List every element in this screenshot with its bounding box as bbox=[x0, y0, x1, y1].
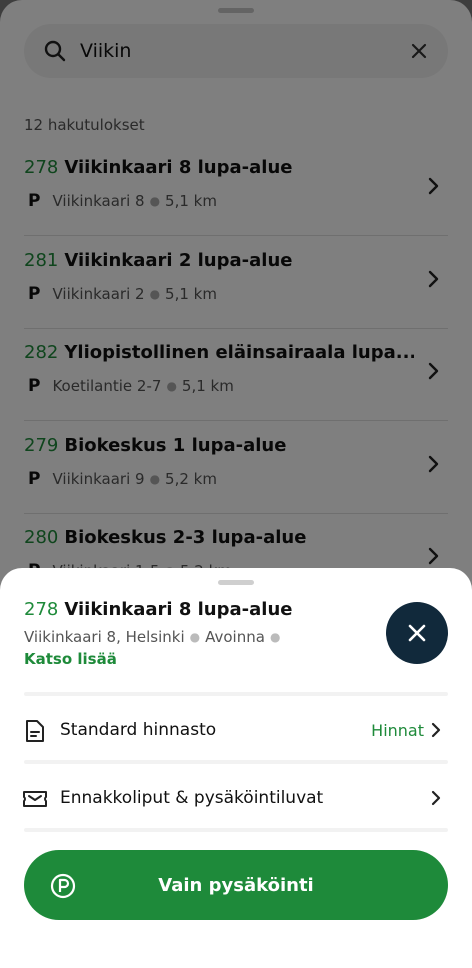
divider bbox=[24, 760, 448, 764]
permits-label: Ennakkoliput & pysäköintiluvat bbox=[60, 788, 324, 808]
chevron-right-icon bbox=[431, 790, 441, 806]
pricing-row[interactable]: Standard hinnasto Hinnat bbox=[0, 700, 472, 760]
document-icon bbox=[26, 720, 44, 742]
sheet-title: 278 Viikinkaari 8 lupa-alue bbox=[24, 599, 292, 620]
sheet-grabber[interactable] bbox=[218, 580, 254, 585]
sheet-number: 278 bbox=[24, 599, 59, 620]
separator-dot: ● bbox=[189, 630, 201, 644]
ticket-icon bbox=[23, 791, 47, 807]
cta-label: Vain pysäköinti bbox=[158, 874, 314, 896]
separator-dot: ● bbox=[269, 630, 281, 644]
permits-row[interactable]: Ennakkoliput & pysäköintiluvat bbox=[0, 768, 472, 828]
divider bbox=[24, 692, 448, 696]
close-button[interactable] bbox=[386, 602, 448, 664]
bottom-sheet: 278 Viikinkaari 8 lupa-alue Viikinkaari 8… bbox=[0, 568, 472, 968]
chevron-right-icon bbox=[431, 722, 441, 738]
parking-circle-icon bbox=[50, 873, 76, 899]
parking-only-button[interactable]: Vain pysäköinti bbox=[24, 850, 448, 920]
close-icon bbox=[408, 624, 426, 642]
sheet-status: Avoinna bbox=[205, 628, 265, 646]
sheet-name: Viikinkaari 8 lupa-alue bbox=[64, 599, 293, 620]
divider bbox=[24, 828, 448, 832]
sheet-address: Viikinkaari 8, Helsinki bbox=[24, 628, 185, 646]
pricing-label: Standard hinnasto bbox=[60, 720, 217, 740]
prices-link[interactable]: Hinnat bbox=[371, 721, 424, 740]
sheet-meta: Viikinkaari 8, Helsinki ● Avoinna ● bbox=[24, 628, 285, 646]
see-more-link[interactable]: Katso lisää bbox=[24, 650, 117, 668]
